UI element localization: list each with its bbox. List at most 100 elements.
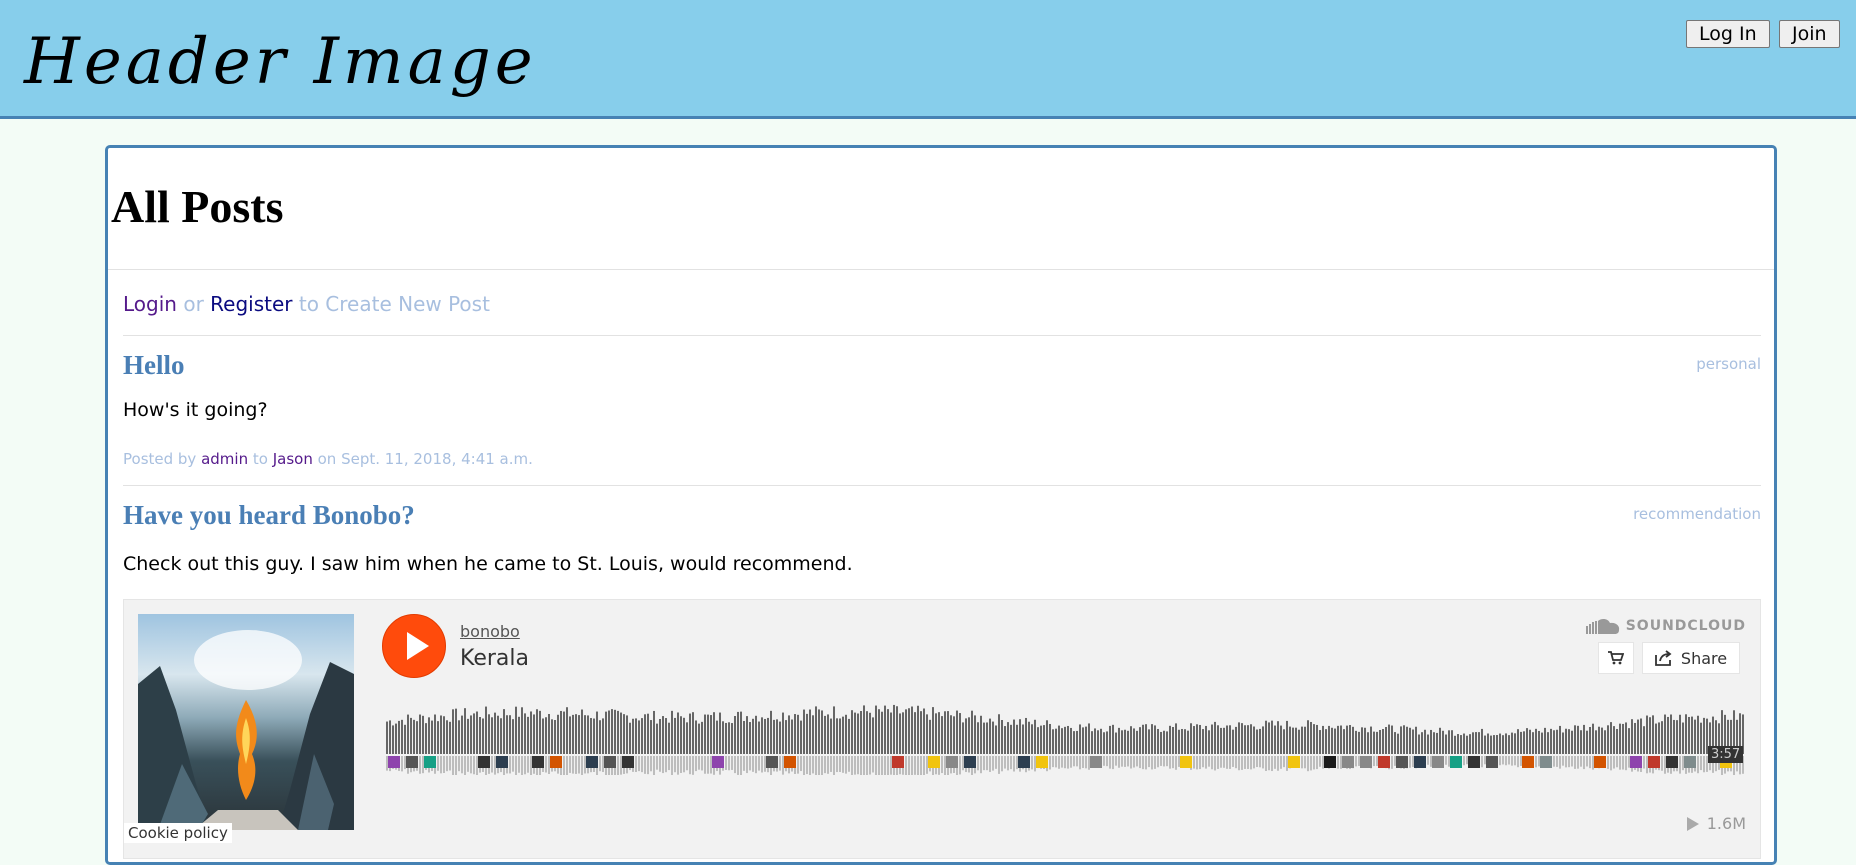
waveform-bar xyxy=(467,718,469,754)
waveform-bar xyxy=(638,720,640,754)
waveform-bar xyxy=(479,717,481,754)
waveform-bar xyxy=(845,714,847,754)
waveform-bar xyxy=(1598,726,1600,754)
comment-avatar[interactable] xyxy=(1414,756,1426,768)
soundcloud-player[interactable]: bonobo Kerala SOUNDCLOUD Share 3:57 1.6M xyxy=(123,599,1761,859)
post-tag[interactable]: personal xyxy=(1696,355,1761,373)
waveform-reflection xyxy=(1106,756,1108,767)
waveform-bar xyxy=(1430,729,1432,754)
comment-avatar[interactable] xyxy=(406,756,418,768)
comment-avatar[interactable] xyxy=(532,756,544,768)
post-title[interactable]: Have you heard Bonobo? xyxy=(123,500,415,531)
comment-avatar[interactable] xyxy=(1684,756,1696,768)
play-count: 1.6M xyxy=(1686,814,1746,833)
waveform-bar xyxy=(1352,726,1354,754)
album-artwork[interactable] xyxy=(138,614,354,830)
recipient-link[interactable]: Jason xyxy=(273,450,313,468)
waveform[interactable] xyxy=(386,700,1744,775)
comment-avatar[interactable] xyxy=(1360,756,1372,768)
comment-avatar[interactable] xyxy=(1594,756,1606,768)
comment-avatar[interactable] xyxy=(1450,756,1462,768)
comment-avatar[interactable] xyxy=(586,756,598,768)
cookie-policy-link[interactable]: Cookie policy xyxy=(124,823,232,843)
waveform-bar xyxy=(443,716,445,754)
waveform-bar xyxy=(662,716,664,754)
track-artist[interactable]: bonobo xyxy=(460,622,520,641)
comment-avatar[interactable] xyxy=(946,756,958,768)
waveform-reflection xyxy=(689,756,691,775)
waveform-bar xyxy=(530,711,532,754)
comment-avatar[interactable] xyxy=(1288,756,1300,768)
comment-avatar[interactable] xyxy=(496,756,508,768)
comment-avatar[interactable] xyxy=(1432,756,1444,768)
waveform-reflection xyxy=(1073,756,1075,767)
comment-avatar[interactable] xyxy=(964,756,976,768)
waveform-bar xyxy=(935,713,937,754)
waveform-bar xyxy=(1226,725,1228,754)
comment-avatar[interactable] xyxy=(1180,756,1192,768)
comment-avatar[interactable] xyxy=(1648,756,1660,768)
soundcloud-brand[interactable]: SOUNDCLOUD xyxy=(1585,618,1746,634)
track-title[interactable]: Kerala xyxy=(460,646,529,671)
comment-avatar[interactable] xyxy=(424,756,436,768)
waveform-reflection xyxy=(746,756,748,774)
share-button[interactable]: Share xyxy=(1642,642,1740,674)
waveform-bar xyxy=(599,720,601,754)
login-button[interactable]: Log In xyxy=(1686,20,1770,48)
waveform-reflection xyxy=(1172,756,1174,769)
waveform-reflection xyxy=(1664,756,1666,774)
waveform-bar xyxy=(542,718,544,754)
join-button[interactable]: Join xyxy=(1779,20,1840,48)
waveform-bar xyxy=(1565,728,1567,754)
comment-avatar[interactable] xyxy=(604,756,616,768)
comment-avatar[interactable] xyxy=(622,756,634,768)
waveform-reflection xyxy=(1319,756,1321,767)
buy-button[interactable] xyxy=(1598,642,1634,674)
register-link[interactable]: Register xyxy=(210,292,292,316)
waveform-bar xyxy=(1148,729,1150,754)
waveform-bar xyxy=(695,720,697,754)
post-title[interactable]: Hello xyxy=(123,350,185,381)
waveform-reflection xyxy=(686,756,688,771)
waveform-bar xyxy=(1211,724,1213,754)
waveform-reflection xyxy=(665,756,667,773)
comment-avatar[interactable] xyxy=(1486,756,1498,768)
comment-avatar[interactable] xyxy=(1090,756,1102,768)
waveform-reflection xyxy=(1085,756,1087,769)
comment-avatar[interactable] xyxy=(1018,756,1030,768)
comment-avatar[interactable] xyxy=(784,756,796,768)
waveform-bar xyxy=(431,720,433,754)
waveform-bar xyxy=(1244,725,1246,754)
comment-avatar[interactable] xyxy=(388,756,400,768)
play-button[interactable] xyxy=(382,614,446,678)
comment-avatar[interactable] xyxy=(1468,756,1480,768)
comment-avatar[interactable] xyxy=(712,756,724,768)
waveform-bar xyxy=(1595,730,1597,754)
comment-avatar[interactable] xyxy=(1396,756,1408,768)
waveform-bar xyxy=(758,721,760,754)
comment-avatar[interactable] xyxy=(1630,756,1642,768)
author-link[interactable]: admin xyxy=(201,450,248,468)
comment-avatar[interactable] xyxy=(1666,756,1678,768)
comment-avatar[interactable] xyxy=(928,756,940,768)
comment-avatar[interactable] xyxy=(1540,756,1552,768)
waveform-bar xyxy=(1685,714,1687,754)
comment-avatar[interactable] xyxy=(1324,756,1336,768)
comment-avatar[interactable] xyxy=(1036,756,1048,768)
comment-avatar[interactable] xyxy=(550,756,562,768)
waveform-reflection xyxy=(1322,756,1324,769)
post-tag[interactable]: recommendation xyxy=(1633,505,1761,523)
comment-avatar[interactable] xyxy=(892,756,904,768)
comment-avatar[interactable] xyxy=(1522,756,1534,768)
waveform-bar xyxy=(1403,725,1405,754)
post-date: on Sept. 11, 2018, 4:41 a.m. xyxy=(317,450,533,468)
comment-avatar[interactable] xyxy=(766,756,778,768)
comment-avatar[interactable] xyxy=(478,756,490,768)
comment-avatar[interactable] xyxy=(1342,756,1354,768)
waveform-bar xyxy=(986,722,988,754)
waveform-bar xyxy=(1217,725,1219,754)
waveform-bar xyxy=(1646,715,1648,754)
waveform-bar xyxy=(821,710,823,754)
login-link[interactable]: Login xyxy=(123,292,177,316)
comment-avatar[interactable] xyxy=(1378,756,1390,768)
